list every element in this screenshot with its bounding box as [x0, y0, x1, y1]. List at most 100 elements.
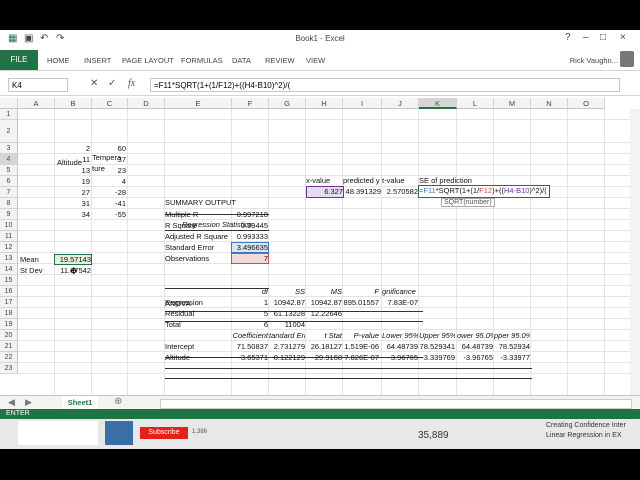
coef-cell[interactable]: 78.52934	[494, 342, 530, 351]
coef-cell[interactable]: -29.9168	[306, 353, 342, 362]
related-video-title-1[interactable]: Creating Confidence Inter	[546, 422, 626, 429]
predicted-cell[interactable]: 48.391329	[344, 187, 381, 196]
row-header-22[interactable]: 22	[0, 352, 18, 363]
anova-header[interactable]: gnificance F	[382, 287, 418, 296]
coef-cell[interactable]: -3.339769	[419, 353, 455, 362]
xvalue-cell[interactable]: 6.327	[306, 186, 344, 198]
column-header-a[interactable]: A	[18, 98, 55, 109]
minimize-button[interactable]: –	[583, 32, 589, 43]
coef-cell[interactable]: 78.529341	[419, 342, 455, 351]
tab-review[interactable]: REVIEW	[265, 56, 295, 65]
tab-home[interactable]: HOME	[47, 56, 70, 65]
coef-header[interactable]: P-value	[343, 331, 379, 340]
row-header-18[interactable]: 18	[0, 308, 18, 319]
column-header-c[interactable]: C	[92, 98, 128, 109]
row-header-12[interactable]: 12	[0, 242, 18, 253]
row-header-15[interactable]: 15	[0, 275, 18, 286]
column-header-i[interactable]: I	[343, 98, 382, 109]
summary-output-label[interactable]: SUMMARY OUTPUT	[165, 198, 236, 207]
tab-view[interactable]: VIEW	[306, 56, 325, 65]
altitude-cell[interactable]: 13	[55, 166, 90, 175]
anova-cell[interactable]: 10942.87	[269, 298, 305, 307]
se-prediction-header[interactable]: SE of prediction	[419, 176, 472, 185]
column-header-f[interactable]: F	[232, 98, 269, 109]
stat-value[interactable]: 3.496635	[231, 242, 269, 253]
row-header-11[interactable]: 11	[0, 231, 18, 242]
coef-cell[interactable]: 1.519E-06	[343, 342, 379, 351]
column-header-g[interactable]: G	[269, 98, 306, 109]
row-header-10[interactable]: 10	[0, 220, 18, 231]
coef-header[interactable]: Lower 95%	[382, 331, 418, 340]
row-header-19[interactable]: 19	[0, 319, 18, 330]
column-header-j[interactable]: J	[382, 98, 419, 109]
column-header-e[interactable]: E	[165, 98, 232, 109]
column-header-h[interactable]: H	[306, 98, 343, 109]
predicted-header[interactable]: predicted y	[343, 176, 380, 185]
altitude-cell[interactable]: 31	[55, 199, 90, 208]
row-header-4[interactable]: 4	[0, 154, 18, 165]
column-header-m[interactable]: M	[494, 98, 531, 109]
anova-cell[interactable]: 11004	[269, 320, 305, 329]
anova-cell[interactable]: 6	[232, 320, 268, 329]
row-header-14[interactable]: 14	[0, 264, 18, 275]
tvalue-header[interactable]: t-value	[382, 176, 405, 185]
row-header-17[interactable]: 17	[0, 297, 18, 308]
stat-value[interactable]: 0.993333	[232, 232, 268, 241]
row-header-7[interactable]: 7	[0, 187, 18, 198]
anova-cell[interactable]: 5	[232, 309, 268, 318]
column-header-l[interactable]: L	[457, 98, 494, 109]
file-tab[interactable]: FILE	[0, 50, 38, 70]
row-header-2[interactable]: 2	[0, 120, 18, 143]
column-header-o[interactable]: O	[568, 98, 605, 109]
coef-cell[interactable]: -3.96765	[382, 353, 418, 362]
stat-value[interactable]: 0.99445	[232, 221, 268, 230]
coef-cell[interactable]: 7.826E-07	[343, 353, 379, 362]
k4-edit-cell[interactable]: =F11*SQRT(1+(1/F12)+((H4-B10)^2)/(	[418, 185, 550, 198]
temperature-cell[interactable]: -55	[92, 210, 126, 219]
column-header-n[interactable]: N	[531, 98, 568, 109]
enter-icon[interactable]: ✓	[108, 78, 116, 89]
select-all-corner[interactable]	[0, 98, 18, 109]
coef-cell[interactable]: 26.18127	[306, 342, 342, 351]
temperature-cell[interactable]: 37	[92, 155, 126, 164]
help-button[interactable]: ?	[565, 32, 571, 43]
coef-cell[interactable]: -3.65371	[232, 353, 268, 362]
altitude-cell[interactable]: 19	[55, 177, 90, 186]
altitude-cell[interactable]: 27	[55, 188, 90, 197]
column-header-k[interactable]: K	[419, 98, 457, 109]
subscribe-button[interactable]: Subscribe	[140, 427, 188, 439]
coef-header[interactable]: Coefficient	[232, 331, 268, 340]
coef-cell[interactable]: 2.731279	[269, 342, 305, 351]
temperature-cell[interactable]: -28	[92, 188, 126, 197]
avatar[interactable]	[620, 51, 634, 67]
close-button[interactable]: ×	[620, 32, 626, 43]
coef-row-label[interactable]: Altitude	[165, 353, 190, 362]
coef-header[interactable]: pper 95.0%	[494, 331, 530, 340]
coef-cell[interactable]: 0.122129	[269, 353, 305, 362]
stat-label[interactable]: Adjusted R Square	[165, 232, 228, 241]
tab-formulas[interactable]: FORMULAS	[181, 56, 223, 65]
add-sheet-icon[interactable]: ⊕	[114, 396, 122, 407]
temperature-cell[interactable]: 4	[92, 177, 126, 186]
anova-row-label[interactable]: Residual	[165, 309, 194, 318]
anova-cell[interactable]: 7.83E-07	[382, 298, 418, 307]
stat-label[interactable]: Multiple R	[165, 210, 198, 219]
stat-value[interactable]: 7	[231, 253, 269, 264]
vertical-scrollbar[interactable]	[630, 109, 640, 398]
coef-cell[interactable]: 64.48739	[382, 342, 418, 351]
tab-page-layout[interactable]: PAGE LAYOUT	[122, 56, 174, 65]
row-header-9[interactable]: 9	[0, 209, 18, 220]
column-header-d[interactable]: D	[128, 98, 165, 109]
altitude-cell[interactable]: 2	[55, 144, 90, 153]
tab-insert[interactable]: INSERT	[84, 56, 111, 65]
anova-header[interactable]: F	[343, 287, 379, 296]
stat-label[interactable]: Standard Error	[165, 243, 214, 252]
coef-cell[interactable]: 71.50837	[232, 342, 268, 351]
cancel-icon[interactable]: ✕	[90, 78, 98, 89]
restore-button[interactable]: □	[600, 32, 606, 43]
mean-value[interactable]: 19.57143	[54, 254, 92, 265]
coef-row-label[interactable]: Intercept	[165, 342, 194, 351]
anova-cell[interactable]: 61.13228	[269, 309, 305, 318]
row-header-13[interactable]: 13	[0, 253, 18, 264]
anova-header[interactable]: SS	[269, 287, 305, 296]
